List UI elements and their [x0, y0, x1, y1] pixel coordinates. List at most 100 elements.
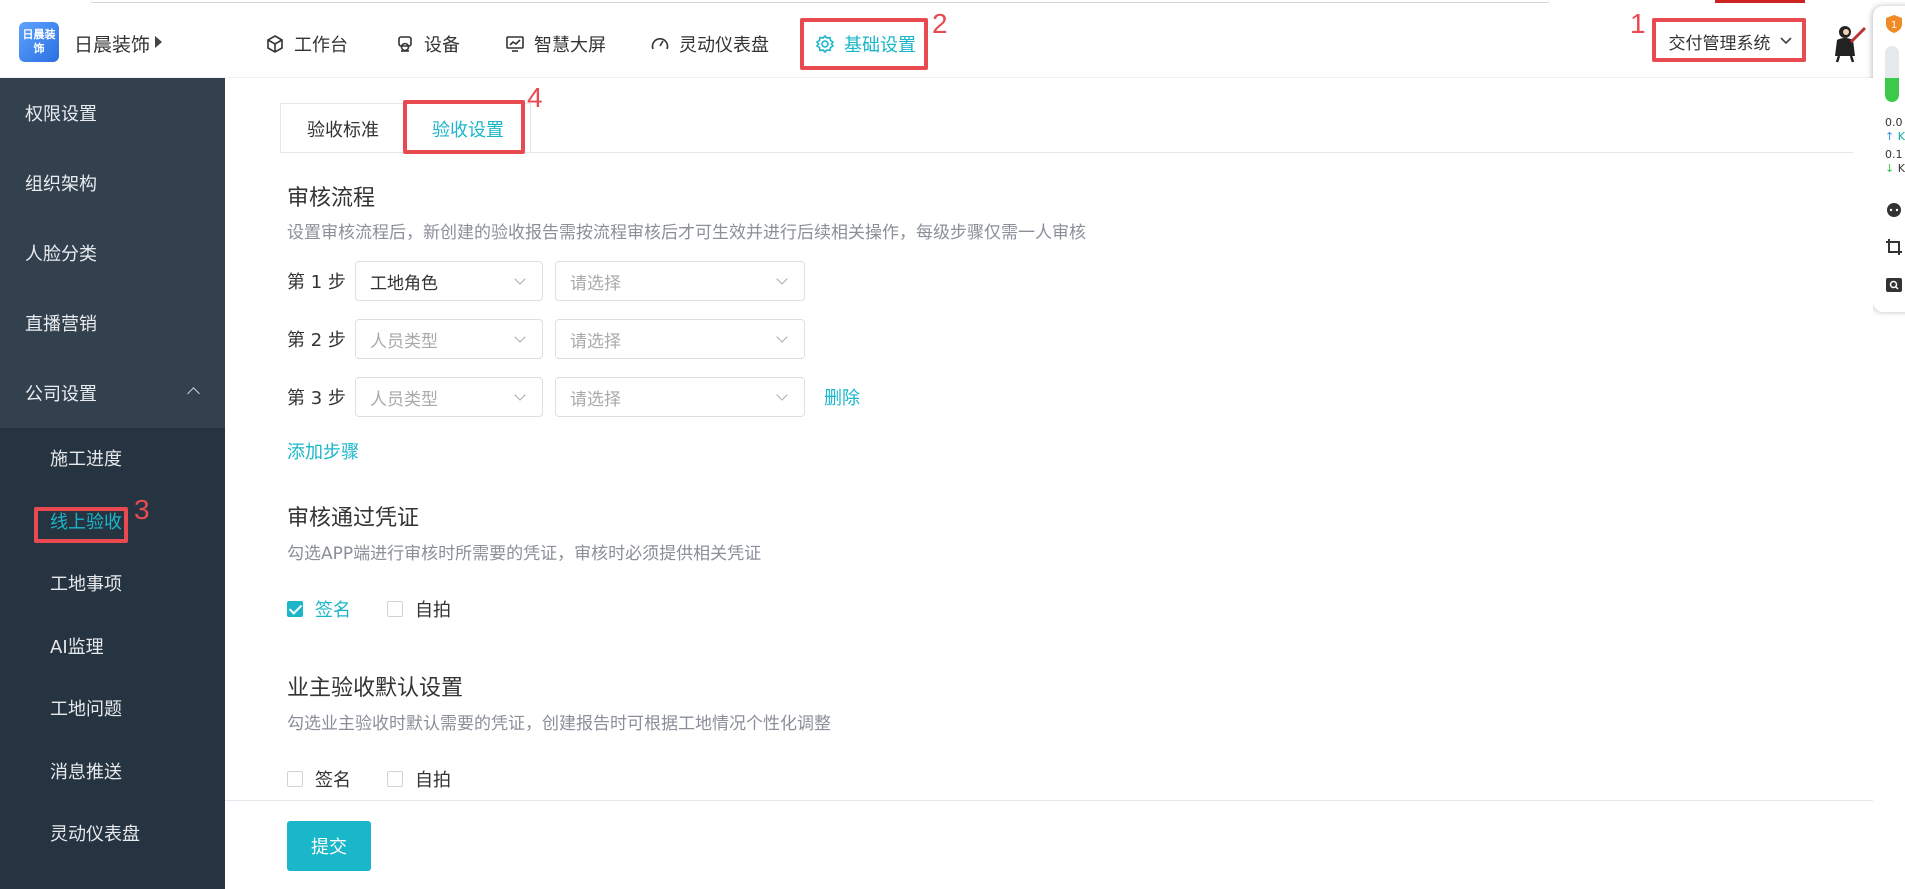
voucher-signature-checkbox[interactable]: 签名	[287, 596, 351, 622]
step-label-2: 第 2 步	[287, 330, 346, 351]
sidebar-sub-ai-supervision[interactable]: AI监理	[0, 616, 225, 676]
checkbox-label: 自拍	[415, 770, 451, 791]
section-title-voucher: 审核通过凭证	[287, 506, 420, 531]
nav-label: 工作台	[294, 35, 348, 56]
nav-label: 设备	[424, 35, 460, 56]
sidebar-sub-site-matters[interactable]: 工地事项	[0, 553, 225, 613]
nav-workbench[interactable]: 工作台	[265, 18, 348, 70]
nav-gauge[interactable]: 灵动仪表盘	[650, 18, 769, 70]
sidebar-item-face-category[interactable]: 人脸分类	[0, 218, 225, 288]
sidebar-sub-label: AI监理	[50, 637, 104, 658]
select-placeholder: 请选择	[570, 273, 621, 294]
tab-acceptance-standard[interactable]: 验收标准	[280, 103, 406, 153]
select-placeholder: 人员类型	[370, 331, 438, 352]
annotation-box-4	[403, 100, 525, 154]
checkbox-unchecked[interactable]	[287, 771, 303, 787]
top-header: 日晨装饰 日晨装饰 工作台 设备 智慧大屏 灵动仪表盘 基础设置 交付管理系统	[0, 0, 1905, 78]
search-icon[interactable]	[1885, 276, 1903, 294]
company-logo: 日晨装饰	[19, 22, 59, 62]
sidebar-item-label: 人脸分类	[25, 244, 97, 265]
submit-button[interactable]: 提交	[287, 821, 371, 871]
form-footer: 提交	[225, 800, 1873, 889]
step-1-value-select[interactable]: 请选择	[555, 261, 805, 301]
sidebar-sub-label: 工地问题	[50, 699, 122, 720]
section-desc-voucher: 勾选APP端进行审核时所需要的凭证，审核时必须提供相关凭证	[287, 544, 762, 564]
step-2-type-select[interactable]: 人员类型	[355, 319, 543, 359]
step-1-type-select[interactable]: 工地角色	[355, 261, 543, 301]
main-content: 验收标准 验收设置 审核流程 设置审核流程后，新创建的验收报告需按流程审核后才可…	[225, 78, 1873, 800]
chevron-down-icon	[514, 389, 526, 401]
sidebar-item-organization[interactable]: 组织架构	[0, 148, 225, 218]
owner-selfie-checkbox[interactable]: 自拍	[387, 766, 451, 792]
shield-icon: 1	[1886, 15, 1902, 33]
caret-right-icon[interactable]	[155, 36, 162, 48]
sidebar-sub-label: 灵动仪表盘	[50, 824, 140, 845]
section-desc-owner: 勾选业主验收时默认需要的凭证，创建报告时可根据工地情况个性化调整	[287, 714, 831, 734]
crop-icon[interactable]	[1885, 238, 1903, 256]
checkbox-checked[interactable]	[287, 601, 303, 617]
section-title-flow: 审核流程	[287, 186, 376, 211]
owner-signature-checkbox[interactable]: 签名	[287, 766, 351, 792]
sidebar-item-label: 公司设置	[25, 384, 97, 405]
chevron-down-icon	[776, 331, 788, 343]
sidebar-item-live-marketing[interactable]: 直播营销	[0, 288, 225, 358]
memory-gauge	[1885, 46, 1899, 102]
sidebar-item-label: 权限设置	[25, 104, 97, 125]
select-placeholder: 请选择	[570, 389, 621, 410]
checkbox-label: 自拍	[415, 600, 451, 621]
checkbox-unchecked[interactable]	[387, 771, 403, 787]
annotation-box-2	[800, 18, 928, 70]
chevron-down-icon	[776, 273, 788, 285]
checkbox-label: 签名	[315, 600, 351, 621]
delete-step-link[interactable]: 删除	[824, 384, 860, 410]
select-value: 工地角色	[370, 273, 438, 294]
tab-label: 验收标准	[307, 119, 379, 141]
annotation-box-3	[34, 507, 128, 543]
step-label-3: 第 3 步	[287, 388, 346, 409]
step-label-1: 第 1 步	[287, 272, 346, 293]
sidebar-sub-label: 施工进度	[50, 449, 122, 470]
download-speed: 0.1	[1885, 148, 1903, 161]
sidebar-submenu: 施工进度 线上验收 工地事项 AI监理 工地问题 消息推送 灵动仪表盘	[0, 428, 225, 889]
company-name[interactable]: 日晨装饰	[74, 30, 150, 57]
add-step-link[interactable]: 添加步骤	[287, 438, 359, 464]
step-3-type-select[interactable]: 人员类型	[355, 377, 543, 417]
nav-dashboard-screen[interactable]: 智慧大屏	[505, 18, 606, 70]
upload-speed: 0.0	[1885, 116, 1903, 129]
sidebar-item-company-settings[interactable]: 公司设置	[0, 358, 225, 428]
upload-unit: ↑ K/	[1885, 130, 1905, 143]
avatar[interactable]	[1825, 20, 1869, 64]
browser-edge	[90, 0, 1550, 3]
nav-label: 灵动仪表盘	[679, 35, 769, 56]
chevron-down-icon	[776, 389, 788, 401]
sidebar-sub-gauge-dashboard[interactable]: 灵动仪表盘	[0, 803, 225, 863]
chevron-up-icon	[187, 387, 200, 400]
chevron-down-icon	[514, 331, 526, 343]
sidebar-sub-site-issues[interactable]: 工地问题	[0, 678, 225, 738]
nav-device[interactable]: 设备	[395, 18, 460, 70]
svg-text:1: 1	[1891, 20, 1897, 31]
checkbox-unchecked[interactable]	[387, 601, 403, 617]
chat-icon[interactable]	[1885, 202, 1903, 220]
cube-icon	[267, 35, 283, 53]
sidebar-item-label: 直播营销	[25, 314, 97, 335]
step-3-value-select[interactable]: 请选择	[555, 377, 805, 417]
download-unit: ↓ K/	[1885, 162, 1905, 175]
voucher-selfie-checkbox[interactable]: 自拍	[387, 596, 451, 622]
gauge-icon	[651, 38, 669, 50]
sidebar-sub-label: 工地事项	[50, 574, 122, 595]
floating-speed-widget[interactable]: 1 0.0 ↑ K/ 0.1 ↓ K/	[1873, 6, 1905, 312]
annotation-box-1	[1652, 18, 1806, 62]
sidebar-sub-construction-progress[interactable]: 施工进度	[0, 428, 225, 488]
browser-edge-red	[1715, 0, 1805, 3]
section-desc-flow: 设置审核流程后，新创建的验收报告需按流程审核后才可生效并进行后续相关操作，每级步…	[287, 223, 1086, 243]
monitor-icon	[506, 36, 524, 52]
sidebar-sub-message-push[interactable]: 消息推送	[0, 741, 225, 801]
step-2-value-select[interactable]: 请选择	[555, 319, 805, 359]
sidebar-item-permissions[interactable]: 权限设置	[0, 78, 225, 148]
camera-icon	[398, 36, 412, 52]
nav-label: 智慧大屏	[534, 35, 606, 56]
checkbox-label: 签名	[315, 770, 351, 791]
select-placeholder: 人员类型	[370, 389, 438, 410]
chevron-down-icon	[514, 273, 526, 285]
